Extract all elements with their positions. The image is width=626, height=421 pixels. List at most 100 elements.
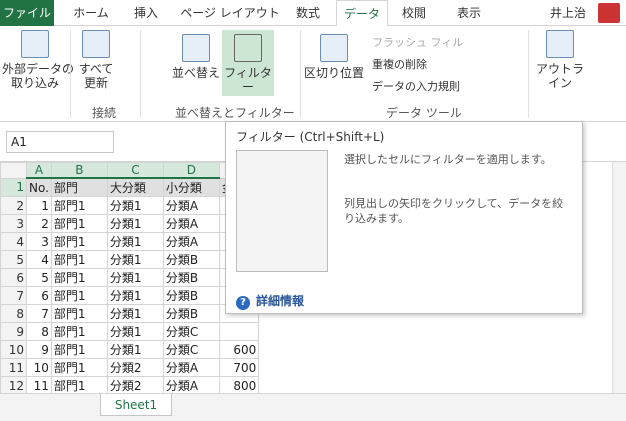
user-name[interactable]: 井上治 xyxy=(550,4,586,21)
tab-view[interactable]: 表示 xyxy=(446,0,492,26)
tab-review[interactable]: 校閲 xyxy=(394,0,434,26)
cell[interactable]: 2 xyxy=(26,214,52,233)
row-header[interactable]: 4 xyxy=(0,232,27,251)
remove-duplicates-button[interactable]: 重複の削除 xyxy=(372,56,427,72)
col-header-d[interactable]: D xyxy=(162,162,220,179)
cell[interactable]: 部門1 xyxy=(50,214,108,233)
cell[interactable]: 分類1 xyxy=(106,232,164,251)
cell[interactable]: 大分類 xyxy=(106,177,164,197)
filter-button[interactable]: フィルター xyxy=(222,30,274,96)
row-header[interactable]: 2 xyxy=(0,196,27,215)
cell[interactable]: 1 xyxy=(26,196,52,215)
row-header[interactable]: 3 xyxy=(0,214,27,233)
cell[interactable]: No. xyxy=(26,177,52,197)
cell[interactable]: 分類2 xyxy=(106,376,164,393)
cell[interactable]: 8 xyxy=(26,322,52,341)
outline-button[interactable]: アウトライン xyxy=(532,30,588,90)
group-sort-filter-label: 並べ替えとフィルター xyxy=(175,106,295,120)
table-row: 8 7 部門1 分類1 分類B xyxy=(0,304,260,323)
cell[interactable]: 4 xyxy=(26,250,52,269)
select-all-corner[interactable] xyxy=(0,162,27,179)
row-header[interactable]: 10 xyxy=(0,340,27,359)
tooltip-desc-1: 選択したセルにフィルターを適用します。 xyxy=(344,153,552,166)
row-header[interactable]: 12 xyxy=(0,376,27,393)
cell[interactable]: 小分類 xyxy=(162,177,220,197)
cell[interactable]: 部門1 xyxy=(50,304,108,323)
row-header[interactable]: 9 xyxy=(0,322,27,341)
cell[interactable]: 分類A xyxy=(162,214,220,233)
tab-insert[interactable]: 挿入 xyxy=(126,0,166,26)
tab-data[interactable]: データ xyxy=(336,0,388,27)
cell[interactable]: 分類1 xyxy=(106,268,164,287)
cell[interactable]: 部門1 xyxy=(50,376,108,393)
cell[interactable]: 分類1 xyxy=(106,196,164,215)
row-header[interactable]: 11 xyxy=(0,358,27,377)
cell[interactable]: 700 xyxy=(218,358,260,377)
cell[interactable]: 部門1 xyxy=(50,250,108,269)
cell[interactable]: 部門1 xyxy=(50,286,108,305)
cell[interactable]: 部門1 xyxy=(50,340,108,359)
cell[interactable]: 分類1 xyxy=(106,250,164,269)
cell[interactable]: 分類2 xyxy=(106,358,164,377)
outline-icon xyxy=(546,30,574,58)
flash-fill-button[interactable]: フラッシュ フィル xyxy=(372,34,463,50)
cell[interactable]: 10 xyxy=(26,358,52,377)
cell[interactable]: 分類A xyxy=(162,196,220,215)
cell[interactable]: 部門1 xyxy=(50,232,108,251)
avatar[interactable] xyxy=(598,3,620,23)
cell[interactable]: 分類A xyxy=(162,232,220,251)
cell[interactable]: 分類1 xyxy=(106,322,164,341)
sort-button[interactable]: 並べ替え xyxy=(172,34,220,80)
text-to-columns-label: 区切り位置 xyxy=(304,66,365,80)
cell[interactable]: 9 xyxy=(26,340,52,359)
cell[interactable]: 5 xyxy=(26,268,52,287)
tab-file[interactable]: ファイル xyxy=(0,0,54,26)
row-header[interactable]: 5 xyxy=(0,250,27,269)
cell[interactable]: 分類B xyxy=(162,268,220,287)
table-row: 4 3 部門1 分類1 分類A xyxy=(0,232,260,251)
cell[interactable]: 分類B xyxy=(162,286,220,305)
col-header-a[interactable]: A xyxy=(26,162,52,179)
cell[interactable]: 部門1 xyxy=(50,358,108,377)
cell[interactable]: 11 xyxy=(26,376,52,393)
cell[interactable]: 分類B xyxy=(162,250,220,269)
cell[interactable]: 3 xyxy=(26,232,52,251)
row-header[interactable]: 7 xyxy=(0,286,27,305)
tab-home[interactable]: ホーム xyxy=(68,0,114,26)
cell[interactable]: 部門1 xyxy=(50,268,108,287)
cell[interactable]: 分類C xyxy=(162,322,220,341)
cell[interactable]: 7 xyxy=(26,304,52,323)
cell[interactable]: 分類1 xyxy=(106,286,164,305)
refresh-all-button[interactable]: すべて 更新 xyxy=(74,30,118,90)
row-header[interactable]: 6 xyxy=(0,268,27,287)
data-validation-button[interactable]: データの入力規則 xyxy=(372,78,460,94)
cell[interactable]: 分類1 xyxy=(106,214,164,233)
cell[interactable]: 分類A xyxy=(162,376,220,393)
cell[interactable] xyxy=(218,322,260,341)
cell[interactable]: 800 xyxy=(218,376,260,393)
vertical-scrollbar[interactable] xyxy=(612,162,626,393)
text-to-columns-button[interactable]: 区切り位置 xyxy=(304,34,364,80)
cell[interactable]: 600 xyxy=(218,340,260,359)
sheet-tab[interactable]: Sheet1 xyxy=(100,394,172,416)
cell[interactable]: 6 xyxy=(26,286,52,305)
more-info-link[interactable]: ? 詳細情報 xyxy=(236,292,304,310)
cell[interactable]: 部門1 xyxy=(50,322,108,341)
row-header[interactable]: 8 xyxy=(0,304,27,323)
cell[interactable]: 分類1 xyxy=(106,304,164,323)
col-header-b[interactable]: B xyxy=(50,162,108,179)
cell[interactable]: 部門1 xyxy=(50,196,108,215)
external-data-button[interactable]: 外部データの 取り込み xyxy=(2,30,74,90)
table-row: 2 1 部門1 分類1 分類A xyxy=(0,196,260,215)
table-row: 11 10 部門1 分類2 分類A 700 xyxy=(0,358,260,377)
row-header[interactable]: 1 xyxy=(0,177,27,197)
tab-page-layout[interactable]: ページ レイアウト xyxy=(178,0,282,26)
cell[interactable]: 分類A xyxy=(162,358,220,377)
col-header-c[interactable]: C xyxy=(106,162,164,179)
cell[interactable]: 分類B xyxy=(162,304,220,323)
cell[interactable]: 分類1 xyxy=(106,340,164,359)
cell[interactable]: 分類C xyxy=(162,340,220,359)
tab-formulas[interactable]: 数式 xyxy=(288,0,328,26)
cell[interactable]: 部門 xyxy=(50,177,108,197)
name-box[interactable]: A1 xyxy=(6,131,114,153)
